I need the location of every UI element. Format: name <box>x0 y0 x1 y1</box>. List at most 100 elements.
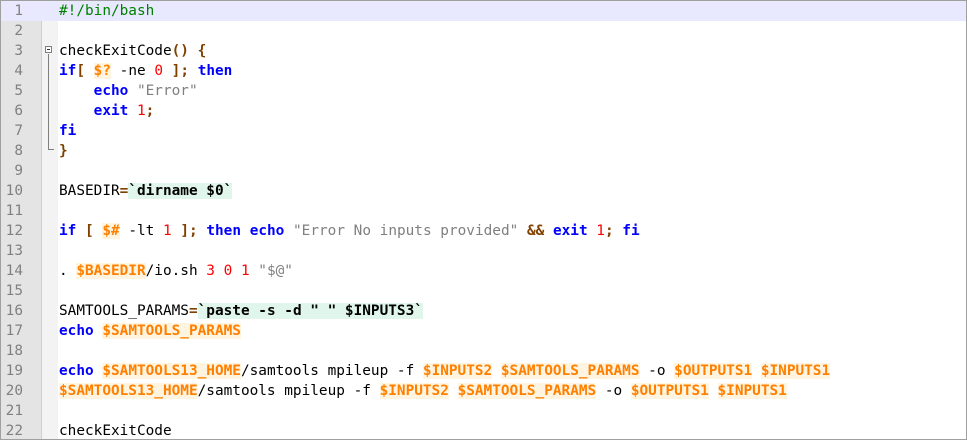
code-token: = <box>188 303 198 319</box>
code-token: () { <box>171 43 207 59</box>
code-token: $SAMTOOLS13_HOME <box>59 383 198 399</box>
line-number: 1 <box>14 3 23 19</box>
line-number: 20 <box>5 383 23 399</box>
code-token: $INPUTS2 <box>379 383 449 399</box>
code-line[interactable]: 14. $BASEDIR/io.sh 3 0 1 "$@" <box>1 261 966 281</box>
code-token: "Error No inputs provided" <box>293 223 519 239</box>
code-token: $OUTPUTS1 <box>630 383 709 399</box>
code-line[interactable]: 5 echo "Error" <box>1 81 966 101</box>
code-token: $SAMTOOLS13_HOME <box>102 363 241 379</box>
code-token: $BASEDIR <box>76 263 146 279</box>
line-number: 21 <box>5 403 23 419</box>
code-line[interactable]: 9 <box>1 161 966 181</box>
code-text: echo "Error" <box>59 81 198 101</box>
code-line[interactable]: 13 <box>1 241 966 261</box>
code-line[interactable]: 19 echo $SAMTOOLS13_HOME/samtools mpileup… <box>1 361 966 381</box>
code-line[interactable]: 2 <box>1 21 966 41</box>
code-line[interactable]: 21 <box>1 401 966 421</box>
code-token: $SAMTOOLS_PARAMS <box>102 323 241 339</box>
code-text: if [ $# -lt 1 ]; then echo "Error No inp… <box>59 221 640 241</box>
code-token: echo <box>249 223 285 239</box>
code-text: exit 1; <box>59 101 155 121</box>
code-token: "$@" <box>258 263 293 279</box>
code-token: ; <box>180 63 190 79</box>
code-line[interactable]: 10 BASEDIR=`dirname $0` <box>1 181 966 201</box>
line-number: 3 <box>14 43 23 59</box>
line-number: 6 <box>14 103 23 119</box>
code-text: if[ $? -ne 0 ]; then <box>59 61 232 81</box>
code-token: echo <box>59 363 94 379</box>
code-token: ; <box>145 103 155 119</box>
code-text: #!/bin/bash <box>59 1 154 21</box>
code-token: -o <box>596 383 631 399</box>
line-number: 19 <box>5 363 23 379</box>
code-line[interactable]: 22 checkExitCode <box>1 421 966 439</box>
code-text: checkExitCode() { <box>59 41 206 61</box>
code-token: `dirname $0` <box>128 183 233 199</box>
code-token: 3 0 1 <box>206 263 250 279</box>
code-text: echo $SAMTOOLS13_HOME/samtools mpileup -… <box>59 361 831 381</box>
code-text: echo $SAMTOOLS_PARAMS <box>59 321 241 341</box>
code-line[interactable]: 11 <box>1 201 966 221</box>
code-text: } <box>59 141 68 161</box>
code-line[interactable]: 3 checkExitCode() { <box>1 41 966 61</box>
code-editor[interactable]: 1 #!/bin/bash 2 3 checkExitCode() {4 if[ $? -… <box>0 0 967 440</box>
code-token: checkExitCode <box>59 423 172 439</box>
code-token: /io.sh <box>145 263 207 279</box>
code-token: $OUTPUTS1 <box>674 363 753 379</box>
code-token: ; <box>189 223 198 239</box>
code-line[interactable]: 6 exit 1; <box>1 101 966 121</box>
code-token: 1 <box>163 223 172 239</box>
line-number: 16 <box>5 303 23 319</box>
code-line[interactable]: 18 <box>1 341 966 361</box>
code-token: then <box>206 223 242 239</box>
code-token: [ <box>76 63 85 79</box>
code-line[interactable]: 20 $SAMTOOLS13_HOME/samtools mpileup -f $… <box>1 381 966 401</box>
code-line[interactable]: 1 #!/bin/bash <box>1 1 966 21</box>
line-number: 12 <box>5 223 23 239</box>
line-number: 14 <box>5 263 23 279</box>
code-line[interactable]: 4 if[ $? -ne 0 ]; then <box>1 61 966 81</box>
code-line[interactable]: 15 <box>1 281 966 301</box>
line-number: 15 <box>5 283 23 299</box>
code-token: $# <box>102 223 120 239</box>
code-text: checkExitCode <box>59 421 172 439</box>
code-token: ; <box>604 223 614 239</box>
code-text: fi <box>59 121 76 141</box>
code-token: 1 <box>596 223 605 239</box>
code-token: $SAMTOOLS_PARAMS <box>457 383 597 399</box>
code-token: if <box>59 63 77 79</box>
code-line[interactable]: 16 SAMTOOLS_PARAMS=`paste -s -d " " $INPU… <box>1 301 966 321</box>
code-line[interactable]: 7 fi <box>1 121 966 141</box>
code-line[interactable]: 12 if [ $# -lt 1 ]; then echo "Error No i… <box>1 221 966 241</box>
code-token: 0 <box>154 63 163 79</box>
code-token: 1 <box>136 103 146 119</box>
code-token: . <box>59 263 77 279</box>
code-token: fi <box>59 123 77 139</box>
code-line[interactable]: 17 echo $SAMTOOLS_PARAMS <box>1 321 966 341</box>
code-line[interactable]: 8} <box>1 141 966 161</box>
code-token: -lt <box>119 223 163 239</box>
line-number: 22 <box>5 423 23 439</box>
code-text: BASEDIR=`dirname $0` <box>59 181 233 201</box>
line-number: 10 <box>5 183 23 199</box>
line-number: 17 <box>5 323 23 339</box>
code-token: /samtools mpileup -f <box>240 363 423 379</box>
code-token: exit <box>93 103 129 119</box>
line-number: 2 <box>14 23 23 39</box>
code-token: exit <box>552 223 588 239</box>
code-token: /samtools mpileup -f <box>197 383 380 399</box>
code-token: ] <box>180 223 190 239</box>
